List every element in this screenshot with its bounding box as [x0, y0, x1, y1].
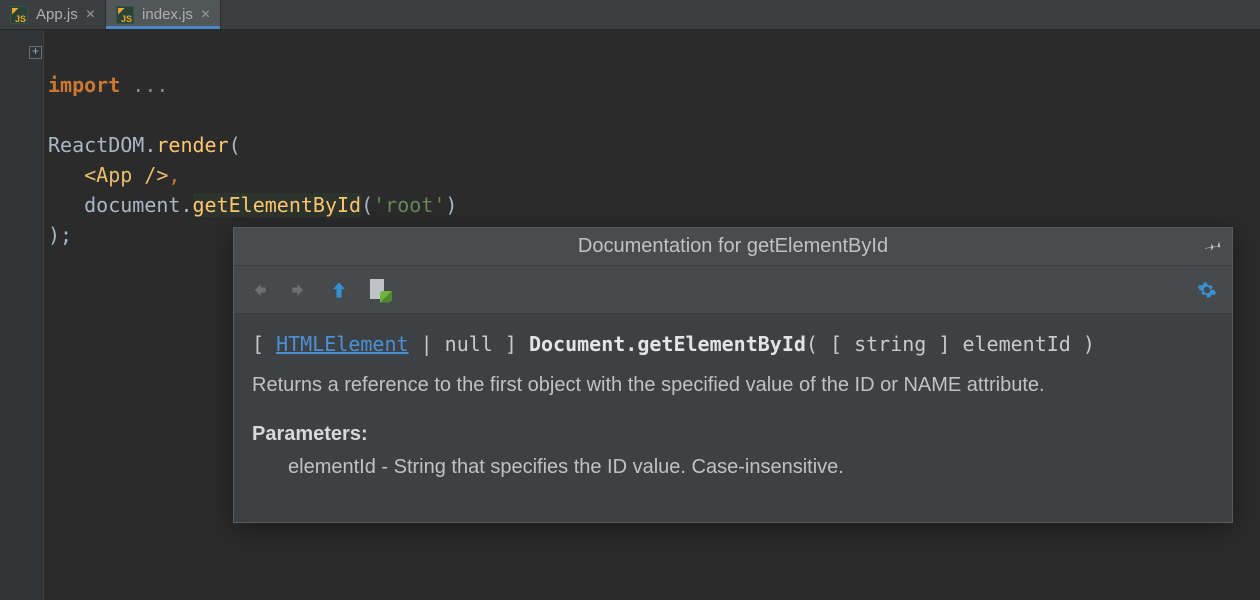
close-icon[interactable]: ×: [201, 7, 210, 23]
doc-body: [ HTMLElement | null ] Document.getEleme…: [234, 314, 1232, 522]
doc-title-bar: Documentation for getElementById: [234, 228, 1232, 266]
editor-tab-app-js[interactable]: App.js ×: [0, 0, 106, 29]
type-link-htmlelement[interactable]: HTMLElement: [276, 332, 408, 356]
code-content[interactable]: import ... ReactDOM.render( <App />, doc…: [48, 40, 457, 250]
doc-toolbar: [234, 266, 1232, 314]
back-icon[interactable]: [248, 279, 270, 301]
js-file-icon: [10, 6, 28, 24]
doc-description: Returns a reference to the first object …: [252, 371, 1214, 400]
doc-params-heading: Parameters:: [252, 420, 1214, 449]
folded-ellipsis[interactable]: ...: [120, 73, 168, 97]
doc-param-elementid: elementId - String that specifies the ID…: [252, 453, 1214, 482]
forward-icon[interactable]: [288, 279, 310, 301]
method-getelementbyid[interactable]: getElementById: [193, 193, 362, 217]
doc-title-text: Documentation for getElementById: [578, 235, 888, 258]
pin-icon[interactable]: [1199, 233, 1227, 262]
fold-expand-icon[interactable]: +: [29, 46, 42, 59]
active-tab-indicator: [106, 26, 220, 29]
editor-tab-bar: App.js × index.js ×: [0, 0, 1260, 30]
editor-area[interactable]: + import ... ReactDOM.render( <App />, d…: [0, 30, 1260, 600]
edit-source-icon[interactable]: [368, 279, 390, 301]
editor-tab-index-js[interactable]: index.js ×: [106, 0, 221, 29]
doc-signature: [ HTMLElement | null ] Document.getEleme…: [252, 330, 1214, 359]
js-file-icon: [116, 6, 134, 24]
tab-label: App.js: [36, 6, 78, 23]
up-icon[interactable]: [328, 279, 350, 301]
gutter: +: [0, 30, 44, 600]
quick-doc-popup: Documentation for getElementById: [233, 227, 1233, 523]
keyword-import: import: [48, 73, 120, 97]
close-icon[interactable]: ×: [86, 7, 95, 23]
gear-icon[interactable]: [1196, 279, 1218, 301]
tab-label: index.js: [142, 6, 193, 23]
